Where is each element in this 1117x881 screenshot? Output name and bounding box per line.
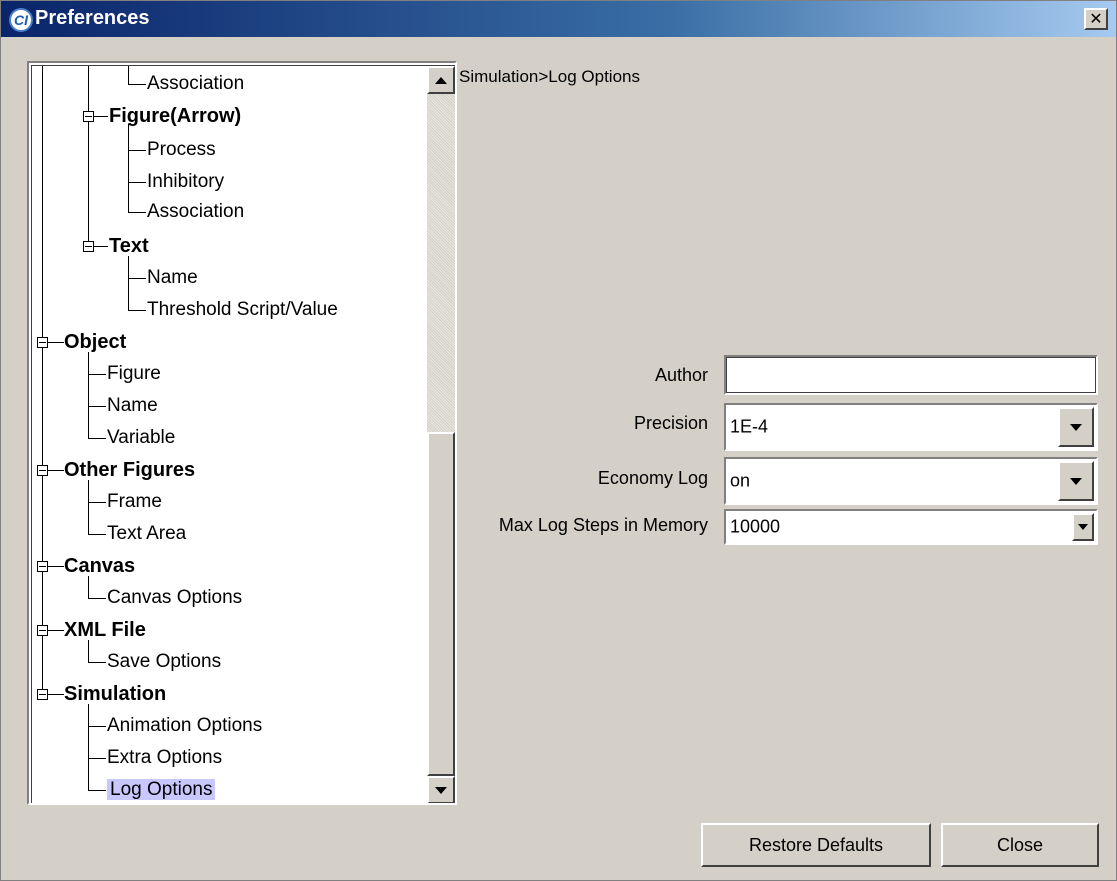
tree-line — [128, 84, 146, 85]
tree-line — [128, 124, 129, 212]
precision-label: Precision — [633, 413, 708, 433]
window-title: Preferences — [35, 7, 150, 29]
collapse-icon[interactable] — [37, 689, 48, 700]
tree-line — [88, 406, 106, 407]
tree-line — [88, 352, 89, 438]
collapse-icon[interactable] — [37, 561, 48, 572]
tree-item-log-options[interactable]: Log Options — [107, 778, 216, 802]
tree-line — [88, 704, 89, 790]
scroll-up-button[interactable] — [427, 66, 455, 94]
economy-log-label: Economy Log — [597, 468, 708, 488]
restore-defaults-button[interactable]: Restore Defaults — [701, 823, 931, 867]
tree-item-association[interactable]: Association — [147, 72, 244, 96]
economy-log-value: on — [730, 470, 751, 491]
close-icon: ✕ — [1089, 9, 1103, 28]
chevron-down-icon — [1078, 524, 1088, 530]
max-log-steps-value: 10000 — [730, 516, 781, 537]
tree-line — [128, 182, 146, 183]
chevron-down-icon — [1070, 423, 1082, 431]
collapse-icon[interactable] — [83, 241, 94, 252]
tree-line — [88, 374, 106, 375]
tree-item-animation-options[interactable]: Animation Options — [107, 714, 262, 738]
tree-line — [88, 726, 106, 727]
tree-item-text[interactable]: Text — [109, 234, 149, 258]
collapse-icon[interactable] — [37, 625, 48, 636]
close-button[interactable]: Close — [941, 823, 1099, 867]
tree-line — [88, 66, 89, 246]
collapse-icon[interactable] — [37, 337, 48, 348]
tree-item-other-figures[interactable]: Other Figures — [64, 458, 195, 482]
tree-item-canvas[interactable]: Canvas — [64, 554, 135, 578]
arrow-down-icon — [435, 786, 447, 794]
tree-line — [128, 256, 129, 310]
scroll-thumb[interactable] — [427, 432, 455, 776]
app-logo-icon: CI — [9, 8, 33, 32]
max-log-steps-select[interactable]: 10000 — [724, 509, 1098, 545]
tree-line — [88, 790, 106, 791]
tree-item-object-figure[interactable]: Figure — [107, 362, 161, 386]
tree-line — [88, 438, 106, 439]
tree-item-inhibitory[interactable]: Inhibitory — [147, 170, 224, 194]
scroll-down-button[interactable] — [427, 776, 455, 803]
tree-line — [42, 66, 43, 696]
collapse-icon[interactable] — [83, 111, 94, 122]
tree-line — [128, 66, 129, 84]
tree-line — [88, 534, 106, 535]
tree-line — [88, 598, 106, 599]
tree-item-simulation[interactable]: Simulation — [64, 682, 166, 706]
tree-item-variable[interactable]: Variable — [107, 426, 175, 450]
tree-line — [88, 576, 89, 598]
tree-line — [128, 150, 146, 151]
tree-line — [88, 640, 89, 662]
precision-select[interactable]: 1E-4 — [724, 403, 1098, 451]
tree-item-xml-file[interactable]: XML File — [64, 618, 146, 642]
tree-vertical-scrollbar[interactable] — [427, 66, 455, 803]
tree-line — [128, 278, 146, 279]
economy-log-select[interactable]: on — [724, 457, 1098, 505]
economy-log-dropdown-button[interactable] — [1058, 461, 1094, 501]
tree-item-text-area[interactable]: Text Area — [107, 522, 186, 546]
chevron-down-icon — [1070, 477, 1082, 485]
tree-item-canvas-options[interactable]: Canvas Options — [107, 586, 242, 610]
tree-line — [88, 480, 89, 534]
author-label: Author — [654, 365, 708, 385]
tree-item-save-options[interactable]: Save Options — [107, 650, 221, 674]
tree-item-threshold-script[interactable]: Threshold Script/Value — [147, 298, 338, 322]
precision-dropdown-button[interactable] — [1058, 407, 1094, 447]
breadcrumb: Simulation>Log Options — [459, 67, 640, 86]
tree-item-name[interactable]: Name — [147, 266, 198, 290]
tree-item-process[interactable]: Process — [147, 138, 216, 162]
tree-item-frame[interactable]: Frame — [107, 490, 162, 514]
tree-item-object[interactable]: Object — [64, 330, 126, 354]
collapse-icon[interactable] — [37, 465, 48, 476]
tree-line — [88, 662, 106, 663]
tree-item-association-arrow[interactable]: Association — [147, 200, 244, 224]
tree-line — [128, 310, 146, 311]
max-log-steps-dropdown-button[interactable] — [1072, 513, 1094, 541]
preferences-tree: Association Figure(Arrow) Process Inhibi… — [32, 66, 428, 803]
tree-item-extra-options[interactable]: Extra Options — [107, 746, 222, 770]
close-window-button[interactable]: ✕ — [1084, 8, 1108, 30]
tree-item-object-name[interactable]: Name — [107, 394, 158, 418]
tree-item-figure-arrow[interactable]: Figure(Arrow) — [109, 104, 241, 128]
author-field[interactable] — [724, 355, 1098, 395]
tree-line — [88, 502, 106, 503]
preferences-dialog: CI Preferences ✕ Association Figure(Arro… — [0, 0, 1117, 881]
tree-line — [88, 758, 106, 759]
title-bar[interactable]: CI Preferences ✕ — [1, 1, 1116, 37]
max-log-steps-label: Max Log Steps in Memory — [498, 515, 708, 535]
precision-value: 1E-4 — [730, 416, 769, 437]
arrow-up-icon — [435, 76, 447, 84]
tree-line — [128, 212, 146, 213]
tree-viewport: Association Figure(Arrow) Process Inhibi… — [31, 65, 455, 803]
preferences-tree-panel: Association Figure(Arrow) Process Inhibi… — [27, 61, 457, 805]
